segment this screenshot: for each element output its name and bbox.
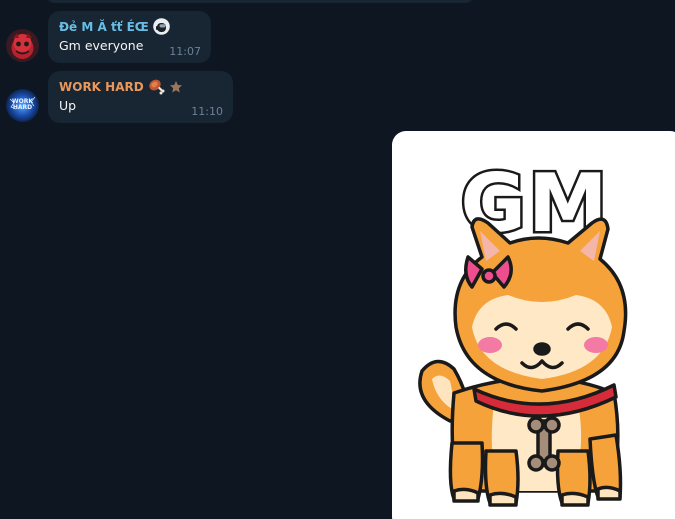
sender-name-text: WORK HARD [59,79,144,94]
gm-sticker[interactable]: GM [392,131,675,519]
sender-name[interactable]: Đẻ M Ă ťť ÉŒ [59,18,200,35]
sender-name[interactable]: WORK HARD [59,78,222,95]
message-bubble[interactable]: WORK HARD Up 11:10 [48,71,233,123]
shiba-dog-sticker-icon: GM [418,155,628,507]
sender-name-text: Đẻ M Ă ťť ÉŒ [59,19,149,34]
red-cartoon-avatar-icon [6,29,39,62]
previous-message-bubble[interactable] [46,0,474,3]
among-us-crewmate-icon [153,18,170,35]
chat-area: Đẻ M Ă ťť ÉŒ Gm everyone 11:07 WORK HARD… [0,0,675,519]
sender-avatar[interactable]: WORK HARD [6,89,39,122]
sender-avatar[interactable] [6,29,39,62]
message-time: 11:07 [169,45,201,58]
avatar-logo-text: WORK HARD [12,98,33,111]
meat-on-bone-icon [148,78,165,95]
message-time: 11:10 [191,105,223,118]
message-bubble[interactable]: Đẻ M Ă ťť ÉŒ Gm everyone 11:07 [48,11,211,63]
star-icon [169,80,183,94]
